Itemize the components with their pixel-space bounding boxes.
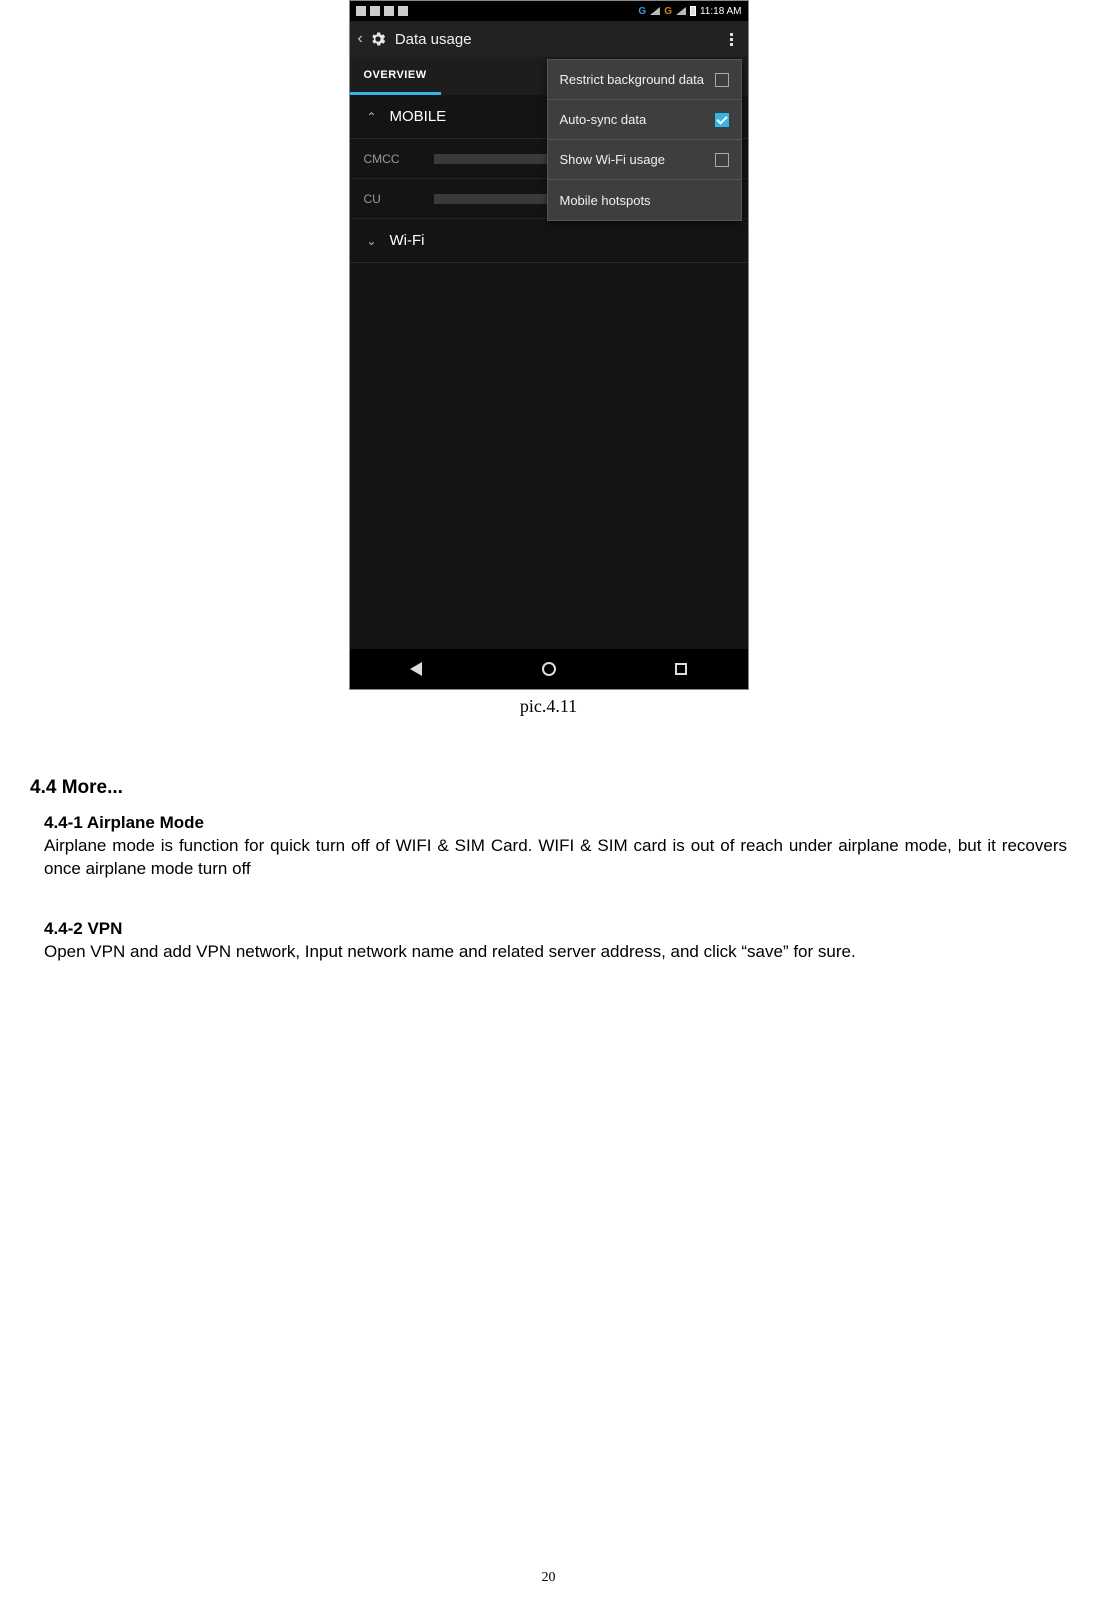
back-triangle-icon bbox=[410, 662, 422, 676]
settings-icon bbox=[369, 30, 387, 48]
app-bar: ‹ Data usage bbox=[350, 21, 748, 57]
overflow-menu-icon[interactable] bbox=[724, 33, 740, 46]
status-icon bbox=[370, 6, 380, 16]
nav-home-button[interactable] bbox=[482, 649, 615, 689]
menu-item-label: Mobile hotspots bbox=[560, 193, 729, 208]
signal-icon bbox=[650, 7, 660, 15]
menu-mobile-hotspots[interactable]: Mobile hotspots bbox=[548, 180, 741, 220]
carrier-name: CMCC bbox=[364, 152, 434, 166]
menu-item-label: Auto-sync data bbox=[560, 112, 715, 127]
menu-item-label: Show Wi-Fi usage bbox=[560, 152, 715, 167]
paragraph-airplane-mode: Airplane mode is function for quick turn… bbox=[44, 835, 1067, 881]
nav-back-button[interactable] bbox=[350, 649, 483, 689]
overflow-menu: Restrict background data Auto-sync data … bbox=[547, 59, 742, 221]
tab-overview[interactable]: OVERVIEW bbox=[350, 57, 441, 95]
battery-icon bbox=[690, 6, 696, 16]
document-text: 4.4 More... 4.4-1 Airplane Mode Airplane… bbox=[30, 777, 1067, 964]
nav-bar bbox=[350, 649, 748, 689]
chevron-down-icon: ⌄ bbox=[364, 234, 380, 248]
home-circle-icon bbox=[542, 662, 556, 676]
paragraph-vpn: Open VPN and add VPN network, Input netw… bbox=[44, 941, 1067, 964]
status-icon bbox=[356, 6, 366, 16]
back-icon[interactable]: ‹ bbox=[358, 30, 363, 48]
section-label: Wi-Fi bbox=[390, 232, 734, 249]
chevron-up-icon: ⌃ bbox=[364, 110, 380, 124]
status-time: 11:18 AM bbox=[700, 6, 742, 17]
heading-vpn: 4.4-2 VPN bbox=[44, 919, 1067, 939]
phone-screenshot: G G 11:18 AM ‹ Data usage OVERVIEW bbox=[349, 0, 749, 690]
document-page: G G 11:18 AM ‹ Data usage OVERVIEW bbox=[0, 0, 1097, 1610]
nav-recent-button[interactable] bbox=[615, 649, 748, 689]
menu-restrict-bg-data[interactable]: Restrict background data bbox=[548, 60, 741, 100]
status-bar: G G 11:18 AM bbox=[350, 1, 748, 21]
section-wifi[interactable]: ⌄ Wi-Fi bbox=[350, 219, 748, 263]
status-icon bbox=[384, 6, 394, 16]
figure-caption: pic.4.11 bbox=[349, 696, 749, 717]
heading-more: 4.4 More... bbox=[30, 777, 1067, 799]
network-indicator-g2: G bbox=[664, 6, 672, 17]
heading-airplane-mode: 4.4-1 Airplane Mode bbox=[44, 813, 1067, 833]
checkbox-icon[interactable] bbox=[715, 113, 729, 127]
status-icon bbox=[398, 6, 408, 16]
app-bar-title: Data usage bbox=[395, 31, 724, 48]
recent-square-icon bbox=[675, 663, 687, 675]
menu-item-label: Restrict background data bbox=[560, 72, 715, 87]
signal-icon bbox=[676, 7, 686, 15]
checkbox-icon[interactable] bbox=[715, 153, 729, 167]
menu-show-wifi-usage[interactable]: Show Wi-Fi usage bbox=[548, 140, 741, 180]
network-indicator-g1: G bbox=[638, 6, 646, 17]
page-number: 20 bbox=[0, 1570, 1097, 1586]
screenshot-container: G G 11:18 AM ‹ Data usage OVERVIEW bbox=[349, 0, 749, 717]
menu-auto-sync[interactable]: Auto-sync data bbox=[548, 100, 741, 140]
checkbox-icon[interactable] bbox=[715, 73, 729, 87]
carrier-name: CU bbox=[364, 192, 434, 206]
